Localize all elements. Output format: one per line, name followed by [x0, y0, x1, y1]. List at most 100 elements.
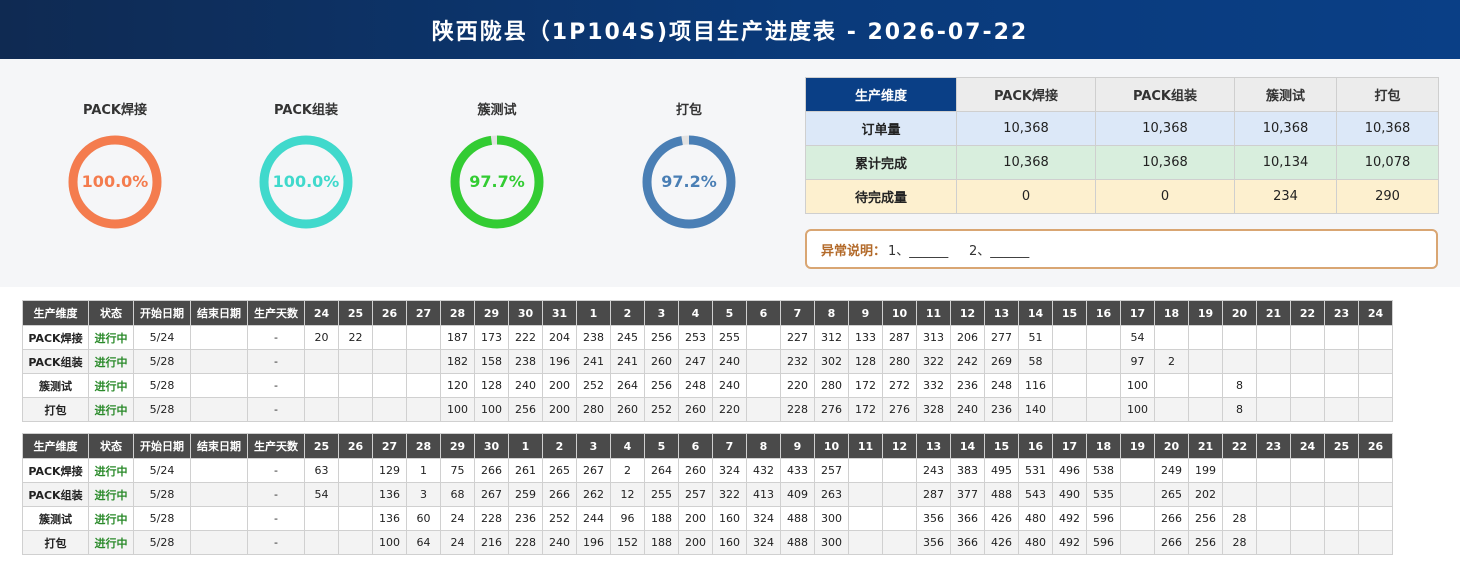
daily-output-cell — [882, 506, 917, 531]
daily-output-cell — [746, 373, 781, 398]
daily-output-cell — [1256, 506, 1291, 531]
daily-output-cell: 255 — [644, 482, 679, 507]
grid-header: 结束日期 — [190, 300, 248, 326]
production-days: - — [247, 373, 305, 398]
status-badge: 进行中 — [88, 482, 134, 507]
daily-output-cell: 266 — [1154, 530, 1189, 555]
daily-output-cell: 248 — [678, 373, 713, 398]
daily-output-cell: 2 — [1154, 349, 1189, 374]
daily-output-cell — [406, 397, 441, 422]
grid-day-header: 22 — [1222, 433, 1257, 459]
daily-output-cell: 261 — [508, 458, 543, 483]
donut-ring: 97.2% — [641, 134, 737, 230]
daily-output-cell: 480 — [1018, 530, 1053, 555]
daily-output-cell: 356 — [916, 530, 951, 555]
grid-day-header: 24 — [1358, 300, 1393, 326]
daily-output-cell: 63 — [304, 458, 339, 483]
daily-output-cell — [1290, 458, 1325, 483]
daily-output-cell — [1290, 482, 1325, 507]
daily-output-cell: 3 — [406, 482, 441, 507]
daily-output-cell — [746, 349, 781, 374]
daily-output-cell — [1256, 373, 1291, 398]
donut-title: 簇测试 — [477, 103, 517, 118]
daily-output-cell: 247 — [678, 349, 713, 374]
grid-day-header: 3 — [576, 433, 611, 459]
grid-day-header: 24 — [304, 300, 339, 326]
summary-cell: 290 — [1336, 179, 1439, 214]
grid-day-header: 15 — [1052, 300, 1087, 326]
daily-output-cell — [406, 349, 441, 374]
row-dimension: PACK焊接 — [22, 458, 89, 483]
daily-output-cell: 356 — [916, 506, 951, 531]
table-row: PACK组装 进行中 5/28-54 136 3 68 267 259 266 262 12 255 2… — [22, 482, 1393, 507]
daily-output-cell: 492 — [1052, 506, 1087, 531]
daily-output-cell: 240 — [712, 373, 747, 398]
daily-output-cell: 543 — [1018, 482, 1053, 507]
daily-output-cell: 28 — [1222, 530, 1257, 555]
daily-output-cell — [338, 349, 373, 374]
daily-output-cell — [1154, 397, 1189, 422]
daily-output-cell: 302 — [814, 349, 849, 374]
overview-panel: PACK焊接 100.0% PACK组装 100.0% 簇测试 97.7% 打包… — [0, 59, 1460, 287]
grid-day-header: 6 — [678, 433, 713, 459]
daily-output-cell: 97 — [1120, 349, 1155, 374]
grid-day-header: 19 — [1120, 433, 1155, 459]
daily-output-cell: 596 — [1086, 506, 1121, 531]
daily-output-cell: 240 — [542, 530, 577, 555]
daily-output-cell: 300 — [814, 506, 849, 531]
grid-day-header: 7 — [780, 300, 815, 326]
start-date: 5/28 — [133, 397, 191, 422]
daily-output-cell: 160 — [712, 530, 747, 555]
daily-output-cell: 535 — [1086, 482, 1121, 507]
grid-day-header: 25 — [338, 300, 373, 326]
grid-header: 生产维度 — [22, 300, 89, 326]
daily-output-cell: 426 — [984, 530, 1019, 555]
production-days: - — [247, 325, 305, 350]
daily-output-cell: 188 — [644, 506, 679, 531]
summary-header: 打包 — [1336, 77, 1439, 112]
daily-output-cell: 409 — [780, 482, 815, 507]
daily-output-cell — [304, 349, 339, 374]
donut-value: 100.0% — [272, 172, 340, 191]
daily-output-cell: 100 — [1120, 373, 1155, 398]
summary-cell: 10,078 — [1336, 145, 1439, 180]
donut-value: 97.7% — [469, 172, 525, 191]
daily-output-cell — [848, 506, 883, 531]
exception-note-label: 异常说明： — [821, 243, 887, 259]
daily-output-cell: 136 — [372, 482, 407, 507]
daily-output-cell: 28 — [1222, 506, 1257, 531]
daily-output-cell: 240 — [950, 397, 985, 422]
daily-output-cell: 245 — [610, 325, 645, 350]
status-badge: 进行中 — [88, 506, 134, 531]
daily-output-cell — [406, 325, 441, 350]
row-dimension: PACK组装 — [22, 349, 89, 374]
daily-output-cell: 140 — [1018, 397, 1053, 422]
daily-output-cell: 158 — [474, 349, 509, 374]
daily-output-cell: 433 — [780, 458, 815, 483]
daily-output-cell: 322 — [916, 349, 951, 374]
daily-output-cell: 280 — [882, 349, 917, 374]
grid-day-header: 4 — [678, 300, 713, 326]
grid-day-header: 25 — [1324, 433, 1359, 459]
daily-output-cell — [338, 373, 373, 398]
daily-output-cell — [1188, 373, 1223, 398]
daily-output-cell: 263 — [814, 482, 849, 507]
table-row: 簇测试 进行中 5/28-120 128 240 200 252 264 256 248 240 22… — [22, 373, 1393, 398]
grid-day-header: 10 — [882, 300, 917, 326]
daily-output-cell: 24 — [440, 530, 475, 555]
grid-day-header: 7 — [712, 433, 747, 459]
summary-row-order: 订单量 10,368 10,368 10,368 10,368 — [805, 111, 1439, 146]
grid-day-header: 4 — [610, 433, 645, 459]
daily-output-cell — [338, 397, 373, 422]
daily-output-cell: 492 — [1052, 530, 1087, 555]
daily-output-cell — [304, 397, 339, 422]
grid-day-header: 3 — [644, 300, 679, 326]
daily-output-cell: 256 — [1188, 530, 1223, 555]
daily-output-cell — [1290, 530, 1325, 555]
daily-output-cell: 272 — [882, 373, 917, 398]
daily-output-cell: 260 — [610, 397, 645, 422]
daily-output-cell: 240 — [712, 349, 747, 374]
status-badge: 进行中 — [88, 458, 134, 483]
daily-output-cell: 22 — [338, 325, 373, 350]
daily-output-cell — [1052, 349, 1087, 374]
